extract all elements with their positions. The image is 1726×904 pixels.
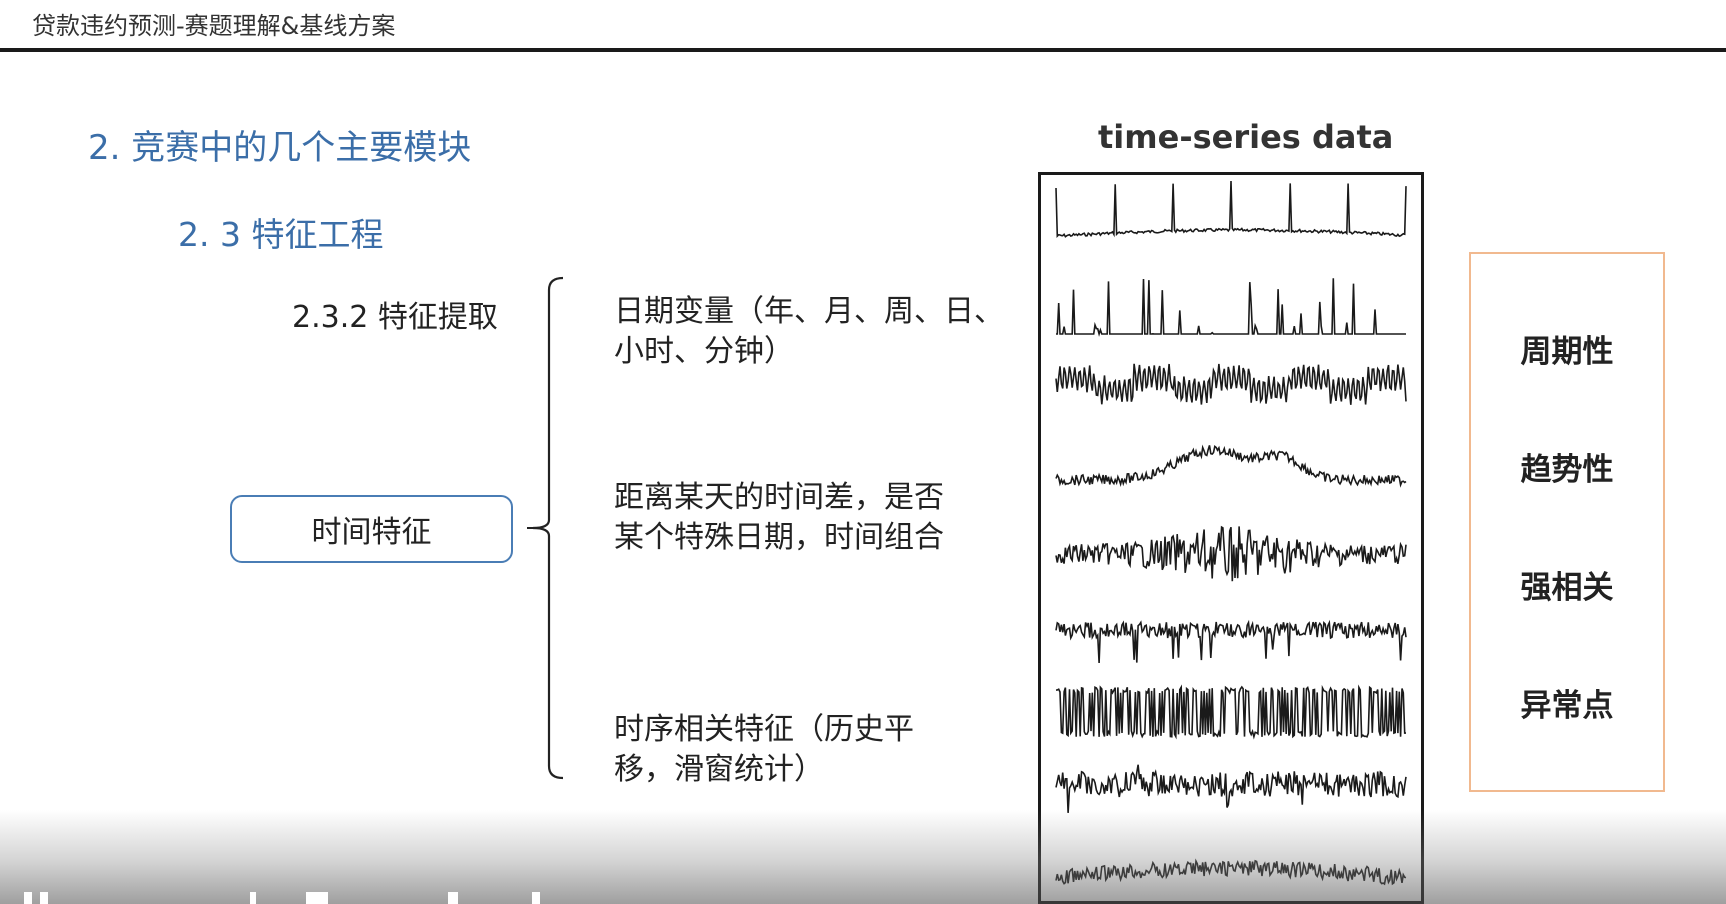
header-divider bbox=[0, 48, 1726, 52]
curly-brace bbox=[527, 276, 564, 780]
feature-item-time-difference: 距离某天的时间差，是否 某个特殊日期，时间组合 bbox=[614, 480, 944, 555]
series-dense bbox=[1055, 363, 1407, 405]
feature-item-date-variables: 日期变量（年、月、周、日、 小时、分钟） bbox=[614, 294, 1004, 369]
property-periodicity: 周期性 bbox=[1520, 334, 1614, 370]
feature-item-sequential-stats: 时序相关特征（历史平 移，滑窗统计） bbox=[614, 712, 914, 787]
series-noise bbox=[1055, 525, 1407, 582]
section-title: 2. 竞赛中的几个主要模块 bbox=[88, 128, 472, 168]
subtitle-strip bbox=[0, 890, 1726, 904]
time-feature-box: 时间特征 bbox=[230, 495, 513, 563]
series-spikes bbox=[1055, 180, 1407, 238]
series-hump bbox=[1055, 444, 1407, 488]
subsubsection-title: 2.3.2 特征提取 bbox=[292, 300, 498, 335]
time-series-figure bbox=[1055, 180, 1407, 886]
series-jitter bbox=[1055, 764, 1407, 813]
property-trend: 趋势性 bbox=[1520, 452, 1614, 488]
property-correlation: 强相关 bbox=[1520, 570, 1614, 606]
figure-caption: time-series data bbox=[1098, 118, 1394, 156]
window-title: 贷款违约预测-赛题理解&基线方案 bbox=[32, 12, 396, 40]
series-bars bbox=[1056, 278, 1406, 337]
series-square bbox=[1055, 684, 1406, 740]
series-dips bbox=[1055, 619, 1407, 664]
time-feature-label: 时间特征 bbox=[311, 515, 432, 550]
property-anomaly: 异常点 bbox=[1520, 688, 1614, 724]
subsection-title: 2. 3 特征工程 bbox=[178, 215, 384, 254]
